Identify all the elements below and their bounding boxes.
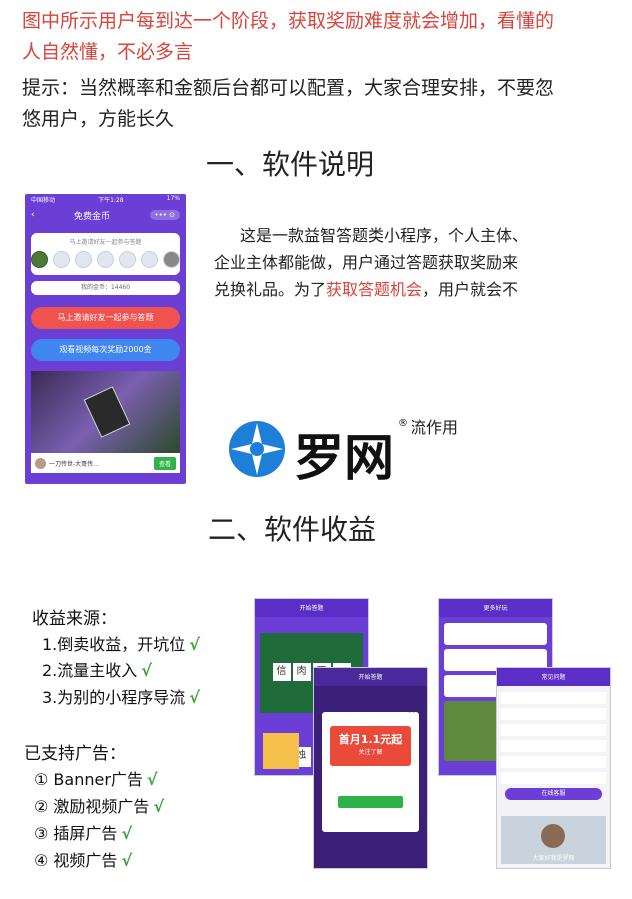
avatar bbox=[31, 251, 48, 268]
list-item[interactable] bbox=[444, 623, 547, 645]
section1-title: 一、软件说明 bbox=[206, 148, 375, 181]
faq-item[interactable] bbox=[501, 708, 606, 720]
ad-action-button[interactable] bbox=[338, 796, 403, 808]
ad-video[interactable] bbox=[31, 371, 180, 453]
presenter-video: 大家好我是罗网 bbox=[501, 816, 606, 864]
invite-card: 马上邀请好友一起参与答题 bbox=[31, 233, 180, 275]
ads-title: 已支持广告： bbox=[24, 744, 126, 764]
section1-text-4: 流作用 bbox=[410, 418, 459, 437]
nav-title: 免费金币 bbox=[74, 211, 111, 222]
income-item-2: 2.流量主收入 √ bbox=[42, 661, 152, 680]
more-icon[interactable] bbox=[163, 251, 180, 268]
income-title: 收益来源： bbox=[32, 609, 117, 629]
faq-item[interactable] bbox=[501, 724, 606, 736]
panda-ad-image[interactable] bbox=[263, 733, 299, 769]
game-avatar bbox=[35, 457, 46, 469]
ad-footer: 一刀传世-大哥传... 查看 bbox=[31, 453, 180, 473]
faq-list bbox=[501, 692, 606, 784]
faq-nav-title: 常见问题 bbox=[497, 668, 610, 686]
coins-display: 我的金币：14460 bbox=[31, 281, 180, 295]
time-label: 下午1:28 bbox=[98, 197, 124, 204]
ad-view-button[interactable]: 查看 bbox=[153, 456, 176, 470]
watermark-logo: 罗网 ® bbox=[212, 404, 412, 487]
income-item-1: 1.倒卖收益，开坑位 √ bbox=[42, 635, 200, 654]
popup-nav-title: 开始答题 bbox=[314, 668, 427, 686]
watch-video-button[interactable]: 观看视频每次奖励2000金 bbox=[31, 339, 180, 361]
game-scroll-image bbox=[83, 386, 131, 438]
avatar-row bbox=[31, 251, 180, 268]
intro-line-3: 提示：当然概率和金额后台都可以配置，大家合理安排，不要忽 bbox=[22, 77, 555, 99]
income-item-3: 3.为别的小程序导流 √ bbox=[42, 688, 200, 707]
ads-item-1: ① Banner广告 √ bbox=[34, 770, 158, 789]
ad-game-name: 一刀传世-大哥传... bbox=[49, 460, 99, 468]
presenter-caption: 大家好我是罗网 bbox=[532, 855, 575, 862]
phone-screenshot-free-coins: 中国移动 下午1:28 17% ‹ 免费金币 ••• ⊙ 马上邀请好友一起参与答… bbox=[25, 194, 186, 484]
avatar-placeholder-icon[interactable] bbox=[119, 251, 136, 268]
quiz-cell[interactable]: 信 bbox=[272, 663, 291, 681]
faq-item[interactable] bbox=[501, 692, 606, 704]
avatar-placeholder-icon[interactable] bbox=[141, 251, 158, 268]
battery-label: 17% bbox=[166, 195, 180, 202]
back-icon[interactable]: ‹ bbox=[31, 210, 35, 220]
capsule-menu-icon[interactable]: ••• ⊙ bbox=[149, 210, 180, 220]
nav-bar: ‹ 免费金币 ••• ⊙ bbox=[25, 205, 186, 225]
faq-item[interactable] bbox=[501, 772, 606, 784]
faq-item[interactable] bbox=[501, 756, 606, 768]
more-fun-nav-title: 更多好玩 bbox=[439, 599, 552, 617]
carrier-label: 中国移动 bbox=[31, 197, 56, 204]
ads-item-3: ③ 插屏广告 √ bbox=[34, 824, 133, 843]
ad-banner: 首月1.1元起 关注了解 bbox=[330, 726, 411, 766]
online-service-button[interactable]: 在线客服 bbox=[505, 788, 602, 800]
faq-item[interactable] bbox=[501, 740, 606, 752]
screenshot-popup: 开始答题 首月1.1元起 关注了解 × bbox=[313, 667, 428, 869]
intro-line-1: 图中所示用户每到达一个阶段，获取奖励难度就会增加，看懂的 bbox=[22, 10, 555, 32]
registered-mark: ® bbox=[398, 418, 408, 429]
intro-line-4: 悠用户，方能长久 bbox=[22, 108, 175, 130]
intro-line-2: 人自然懂，不必多言 bbox=[22, 41, 194, 63]
section1-text-3: 兑换礼品。为了获取答题机会，用户就会不 bbox=[214, 280, 519, 299]
interstitial-ad[interactable]: 首月1.1元起 关注了解 bbox=[322, 712, 419, 832]
globe-logo-icon bbox=[229, 421, 285, 477]
close-icon[interactable]: × bbox=[408, 706, 415, 715]
logo-text: 罗网 bbox=[294, 429, 394, 487]
avatar-placeholder-icon[interactable] bbox=[53, 251, 70, 268]
screenshot-faq: 常见问题 在线客服 大家好我是罗网 bbox=[496, 667, 611, 869]
ads-item-4: ④ 视频广告 √ bbox=[34, 851, 133, 870]
avatar-placeholder-icon[interactable] bbox=[75, 251, 92, 268]
status-bar: 中国移动 下午1:28 17% bbox=[25, 194, 186, 205]
ads-item-2: ② 激励视频广告 √ bbox=[34, 797, 165, 816]
section2-title: 二、软件收益 bbox=[208, 513, 377, 546]
invite-text: 马上邀请好友一起参与答题 bbox=[69, 239, 142, 246]
avatar-placeholder-icon[interactable] bbox=[97, 251, 114, 268]
quiz-nav-title: 开始答题 bbox=[255, 599, 368, 617]
quiz-cell[interactable]: 肉 bbox=[292, 663, 311, 681]
invite-friends-button[interactable]: 马上邀请好友一起参与答题 bbox=[31, 307, 180, 329]
presenter-head bbox=[541, 824, 565, 848]
